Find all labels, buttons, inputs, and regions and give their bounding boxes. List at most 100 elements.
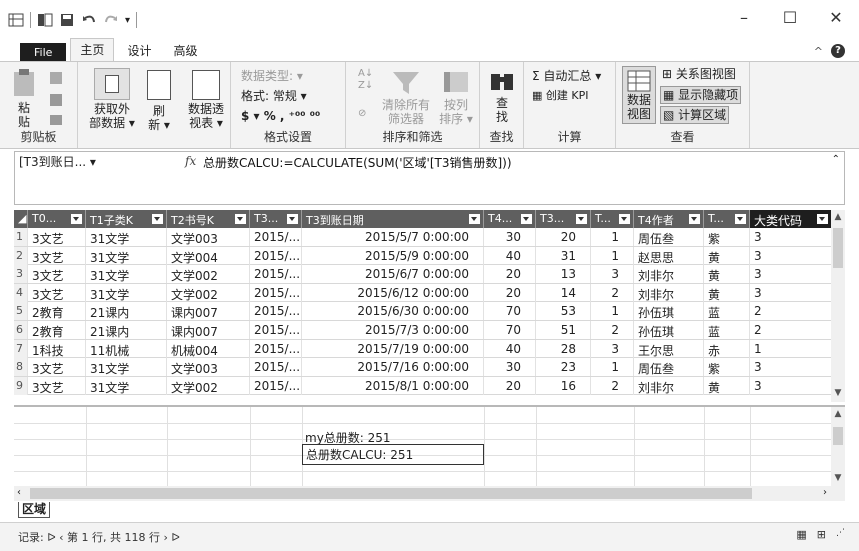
table-cell[interactable]: 2015/6/30 0:00:00 <box>302 302 484 321</box>
table-cell[interactable]: 2015/... <box>250 302 302 321</box>
table-cell[interactable]: 2015/... <box>250 228 302 246</box>
row-number[interactable]: 1 <box>14 228 28 246</box>
table-cell[interactable]: 2015/7/16 0:00:00 <box>302 358 484 377</box>
table-cell[interactable]: 2015/... <box>250 358 302 377</box>
table-cell[interactable]: 1 <box>750 339 832 358</box>
fx-icon[interactable]: fx <box>185 154 196 168</box>
row-number[interactable]: 2 <box>14 246 28 265</box>
column-header[interactable]: T4作者 <box>634 210 704 228</box>
table-cell[interactable]: 30 <box>484 358 536 377</box>
clear-sort-icon[interactable]: ⊘ <box>358 106 366 122</box>
table-cell[interactable]: 刘非尔 <box>634 376 704 395</box>
table-cell[interactable]: 31文学 <box>86 228 167 246</box>
table-cell[interactable]: 3 <box>750 376 832 395</box>
table-cell[interactable]: 70 <box>484 321 536 339</box>
table-cell[interactable]: 2015/5/7 0:00:00 <box>302 228 484 246</box>
table-cell[interactable]: 28 <box>536 339 591 358</box>
filter-dropdown-icon[interactable] <box>576 214 587 224</box>
table-cell[interactable]: 3 <box>750 358 832 377</box>
table-cell[interactable]: 31文学 <box>86 265 167 284</box>
table-cell[interactable]: 3文艺 <box>28 283 86 302</box>
table-cell[interactable]: 2 <box>750 302 832 321</box>
table-cell[interactable]: 20 <box>484 376 536 395</box>
table-cell[interactable]: 1科技 <box>28 339 86 358</box>
table-cell[interactable]: 51 <box>536 321 591 339</box>
tab-home[interactable]: 主页 <box>70 38 115 62</box>
row-number[interactable]: 5 <box>14 302 28 321</box>
get-external-data-button[interactable]: 获取外 部数据 ▾ <box>84 68 140 130</box>
minimize-button[interactable]: – <box>721 8 767 27</box>
row-number[interactable]: 4 <box>14 283 28 302</box>
table-cell[interactable]: 刘非尔 <box>634 283 704 302</box>
data-view-button[interactable]: 数据 视图 <box>622 66 656 124</box>
grid-view-icon[interactable]: ▦ <box>796 528 806 541</box>
create-kpi-button[interactable]: ▦ 创建 KPI <box>532 88 588 104</box>
table-cell[interactable]: 蓝 <box>704 321 750 339</box>
filter-dropdown-icon[interactable] <box>689 214 700 224</box>
expand-formula-icon[interactable]: ⌃ <box>832 154 840 165</box>
table-cell[interactable]: 孙伍琪 <box>634 321 704 339</box>
table-cell[interactable]: 黄 <box>704 265 750 284</box>
table-cell[interactable]: 紫 <box>704 358 750 377</box>
table-cell[interactable]: 2教育 <box>28 302 86 321</box>
table-cell[interactable]: 2015/... <box>250 246 302 265</box>
row-number[interactable]: 7 <box>14 339 28 358</box>
table-cell[interactable]: 40 <box>484 246 536 265</box>
table-cell[interactable]: 20 <box>484 283 536 302</box>
horizontal-scrollbar[interactable]: ‹ › <box>14 486 845 501</box>
table-cell[interactable]: 3文艺 <box>28 246 86 265</box>
table-cell[interactable]: 2 <box>750 321 832 339</box>
table-cell[interactable]: 蓝 <box>704 302 750 321</box>
column-header[interactable]: T... <box>591 210 634 228</box>
table-cell[interactable]: 20 <box>484 265 536 284</box>
table-row[interactable]: 6 2教育 21课内 课内007 2015/... 2015/7/3 0:00:00 70 5… <box>14 321 834 340</box>
customize-toolbar-icon[interactable]: ▾ <box>125 15 130 26</box>
column-header[interactable]: T0... <box>28 210 86 228</box>
autosum-button[interactable]: Σ 自动汇总 ▾ <box>532 68 601 84</box>
table-cell[interactable]: 30 <box>484 228 536 246</box>
table-row[interactable]: 8 3文艺 31文学 文学003 2015/... 2015/7/16 0:00:00 30… <box>14 358 834 377</box>
tab-design[interactable]: 设计 <box>118 40 160 62</box>
scrollbar-thumb[interactable] <box>30 488 752 499</box>
table-cell[interactable]: 3文艺 <box>28 228 86 246</box>
help-icon[interactable]: ? <box>831 44 845 58</box>
filter-dropdown-icon[interactable] <box>71 214 82 224</box>
column-header[interactable]: 大类代码 <box>750 210 832 228</box>
table-row[interactable]: 7 1科技 11机械 机械004 2015/... 2015/7/19 0:00:00 40… <box>14 339 834 359</box>
table-cell[interactable]: 孙伍琪 <box>634 302 704 321</box>
table-cell[interactable]: 黄 <box>704 376 750 395</box>
filter-dropdown-icon[interactable] <box>817 214 828 224</box>
table-cell[interactable]: 1 <box>591 358 634 377</box>
table-cell[interactable]: 2015/... <box>250 283 302 302</box>
scroll-right-icon[interactable]: › <box>823 487 827 498</box>
table-cell[interactable]: 2 <box>591 376 634 395</box>
copy-icon[interactable] <box>48 92 64 108</box>
table-cell[interactable]: 21课内 <box>86 321 167 339</box>
table-cell[interactable]: 20 <box>536 228 591 246</box>
table-cell[interactable]: 文学002 <box>167 265 250 284</box>
format-dropdown[interactable]: 格式: 常规 ▾ <box>241 88 307 104</box>
table-cell[interactable]: 31文学 <box>86 376 167 395</box>
scrollbar-thumb[interactable] <box>833 228 843 268</box>
table-row[interactable]: 3 3文艺 31文学 文学002 2015/... 2015/6/7 0:00:00 20 1… <box>14 265 834 284</box>
table-cell[interactable]: 3文艺 <box>28 376 86 395</box>
table-cell[interactable]: 3 <box>750 265 832 284</box>
table-row[interactable]: 9 3文艺 31文学 文学002 2015/... 2015/8/1 0:00:00 20 1… <box>14 376 834 396</box>
sort-az-icon[interactable]: A↓ Z↓ <box>358 68 373 92</box>
table-cell[interactable]: 2015/6/12 0:00:00 <box>302 283 484 302</box>
grid-icon[interactable] <box>37 12 53 28</box>
table-cell[interactable]: 机械004 <box>167 339 250 358</box>
diagram-view-icon[interactable]: ⊞ <box>817 528 826 541</box>
calculation-area-button[interactable]: ▧ 计算区域 <box>660 106 730 124</box>
scroll-up-icon[interactable]: ▲ <box>831 409 845 419</box>
table-cell[interactable]: 2015/5/9 0:00:00 <box>302 246 484 265</box>
table-cell[interactable]: 31文学 <box>86 246 167 265</box>
table-cell[interactable]: 文学003 <box>167 358 250 377</box>
table-cell[interactable]: 文学002 <box>167 283 250 302</box>
table-row[interactable]: 2 3文艺 31文学 文学004 2015/... 2015/5/9 0:00:00 40 3… <box>14 246 834 266</box>
table-cell[interactable]: 23 <box>536 358 591 377</box>
table-cell[interactable]: 3 <box>750 283 832 302</box>
row-number[interactable]: 8 <box>14 358 28 377</box>
sort-by-column-button[interactable]: 按列 排序 ▾ <box>436 68 476 126</box>
table-cell[interactable]: 11机械 <box>86 339 167 358</box>
